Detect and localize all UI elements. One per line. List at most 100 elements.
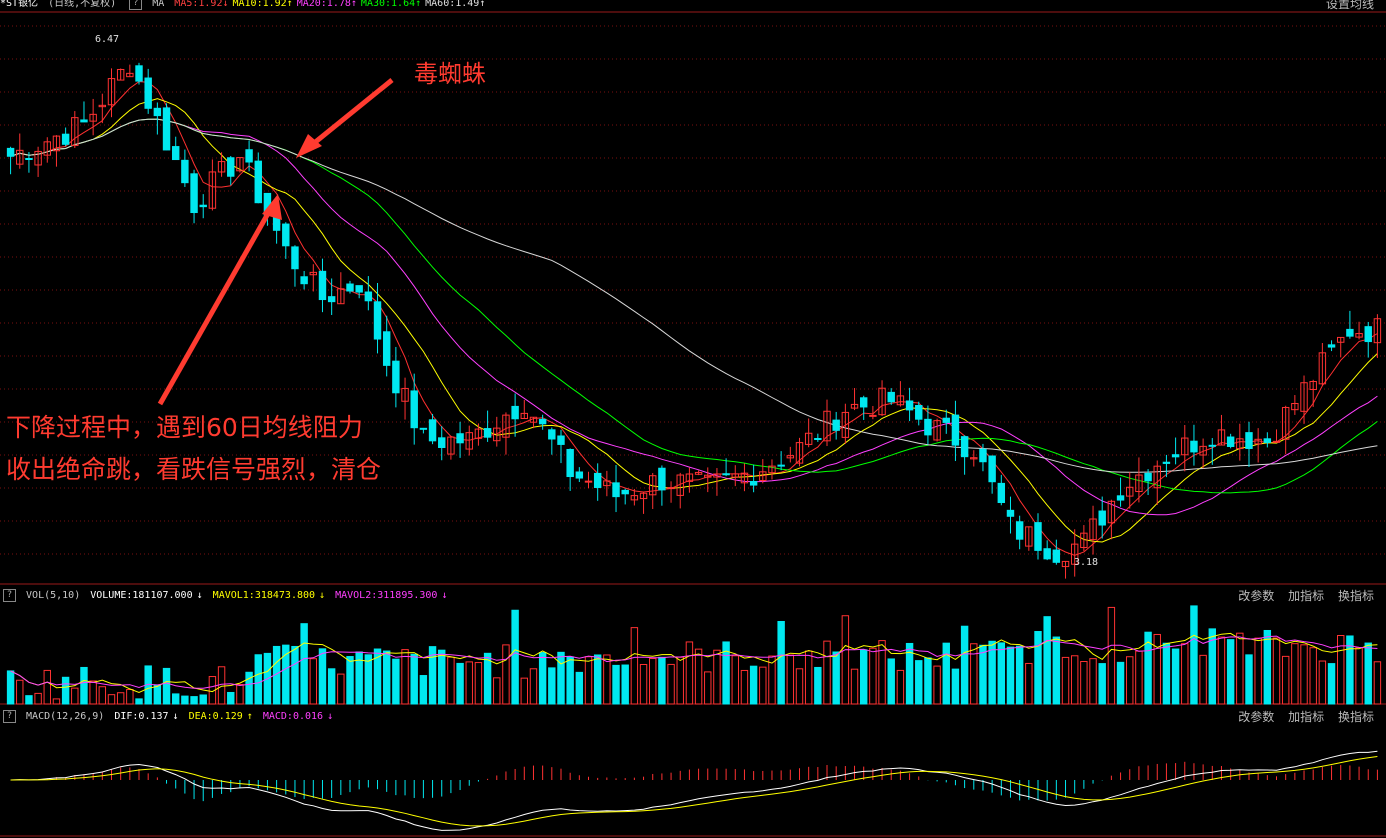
volume-bar [575,671,584,705]
volume-bar [502,644,510,705]
volume-bar [1052,636,1061,705]
candle-body [722,473,730,476]
candle-body [1364,326,1372,343]
volume-bar [1226,639,1235,705]
candle-body [905,400,914,411]
mavol1-value: MAVOL1:318473.800 [212,590,316,601]
candle-body [511,405,519,420]
vol-add-button[interactable]: 加指标 [1288,589,1324,603]
volume-bar [1153,633,1161,705]
volume-bar [227,691,235,705]
stock-title: *ST银亿 [0,0,39,9]
volume-bar [713,649,721,705]
chart-mode: (日线,不复权) [48,0,117,9]
volume-bar [1034,631,1042,705]
volume-bar [841,615,850,705]
volume-bar [1199,654,1207,705]
volume-bar [98,686,107,705]
candle-body [658,467,666,491]
candle-body [832,419,840,431]
candle-body [355,285,363,293]
dea-arrow: ↑ [246,711,253,722]
volume-bar [795,668,804,705]
macd-param-button[interactable]: 改参数 [1238,710,1274,724]
candle-body [1245,432,1253,449]
help-icon[interactable]: ? [3,588,16,602]
candle-body [1226,436,1235,447]
volume-bar [34,692,42,705]
candle-body [1015,521,1024,540]
candle-body [282,223,290,247]
volume-value: VOLUME:181107.000 [90,590,193,601]
volume-bar [300,623,308,705]
candle-body [538,418,547,425]
help-icon[interactable]: ? [129,0,143,10]
volume-bar [676,656,684,705]
candle-body [162,107,171,151]
candle-body [428,419,437,442]
volume-bar [1181,643,1189,705]
volume-bar [1098,663,1106,705]
volume-bar [667,663,675,705]
vol-param-button[interactable]: 改参数 [1238,589,1274,603]
volume-bar [685,641,694,705]
candle-body [227,157,235,177]
spider-arrow-shaft [306,78,394,150]
volume-bar [896,669,905,705]
volume-bar [1318,660,1327,705]
candle-body [144,77,152,109]
volume-bar [1300,644,1308,705]
set-ma-button[interactable]: 设置均线 [1326,0,1374,11]
volume-bar [1272,637,1281,705]
candle-body [1190,440,1198,453]
volume-bar [960,625,969,705]
candle-body [777,464,785,467]
macd-switch-button[interactable]: 换指标 [1338,710,1374,724]
volume-bar [749,665,758,705]
volume-bar [740,669,749,705]
volume-bar [6,670,15,705]
volume-bar [456,662,464,705]
signal-arrow-shaft [157,208,273,406]
volume-bar [1309,647,1317,705]
ma-legend: MA5:1.92↓ MA10:1.92↑ MA20:1.78↑ MA30:1.64↑ M… [174,0,489,9]
candle-body [245,149,253,163]
help-icon[interactable]: ? [3,709,16,723]
volume-bar [291,645,299,705]
candle-body [80,119,88,123]
macd-value: MACD:0.016 [262,711,324,722]
volume-bar [318,648,327,705]
candle-body [612,482,620,498]
volume-bar [511,609,519,705]
candle-body [254,160,262,204]
volume-bar [364,654,373,705]
candle-body [997,482,1006,504]
volume-bar [474,662,483,705]
candle-body [749,480,758,486]
candle-body [942,417,950,423]
vol-switch-button[interactable]: 换指标 [1338,589,1374,603]
candle-body [1327,344,1336,348]
macd-name: MACD(12,26,9) [26,711,105,722]
volume-bar [639,663,648,705]
volume-bar [997,642,1006,705]
volume-bar [465,661,473,705]
volume-bar [171,693,180,705]
stock-chart: *ST银亿 (日线,不复权) ? MA MA5:1.92↓ MA10:1.92↑ M… [0,0,1386,838]
volume-bar [162,667,171,705]
volume-bar [859,649,868,705]
volume-bar [731,655,739,705]
volume-bar [199,694,207,705]
macd-add-button[interactable]: 加指标 [1288,710,1324,724]
candle-body [318,270,327,301]
candle-body [438,437,446,448]
candle-body [814,438,822,441]
volume-bar [25,695,33,705]
candle-body [291,246,299,270]
volume-bar [979,644,987,705]
annotation-line-2: 收出绝命跳，看跌信号强烈，清仓 [6,455,382,484]
candle-body [171,146,180,161]
candle-body [859,397,868,408]
volume-bar [1080,661,1088,705]
volume-bar [1107,606,1116,705]
